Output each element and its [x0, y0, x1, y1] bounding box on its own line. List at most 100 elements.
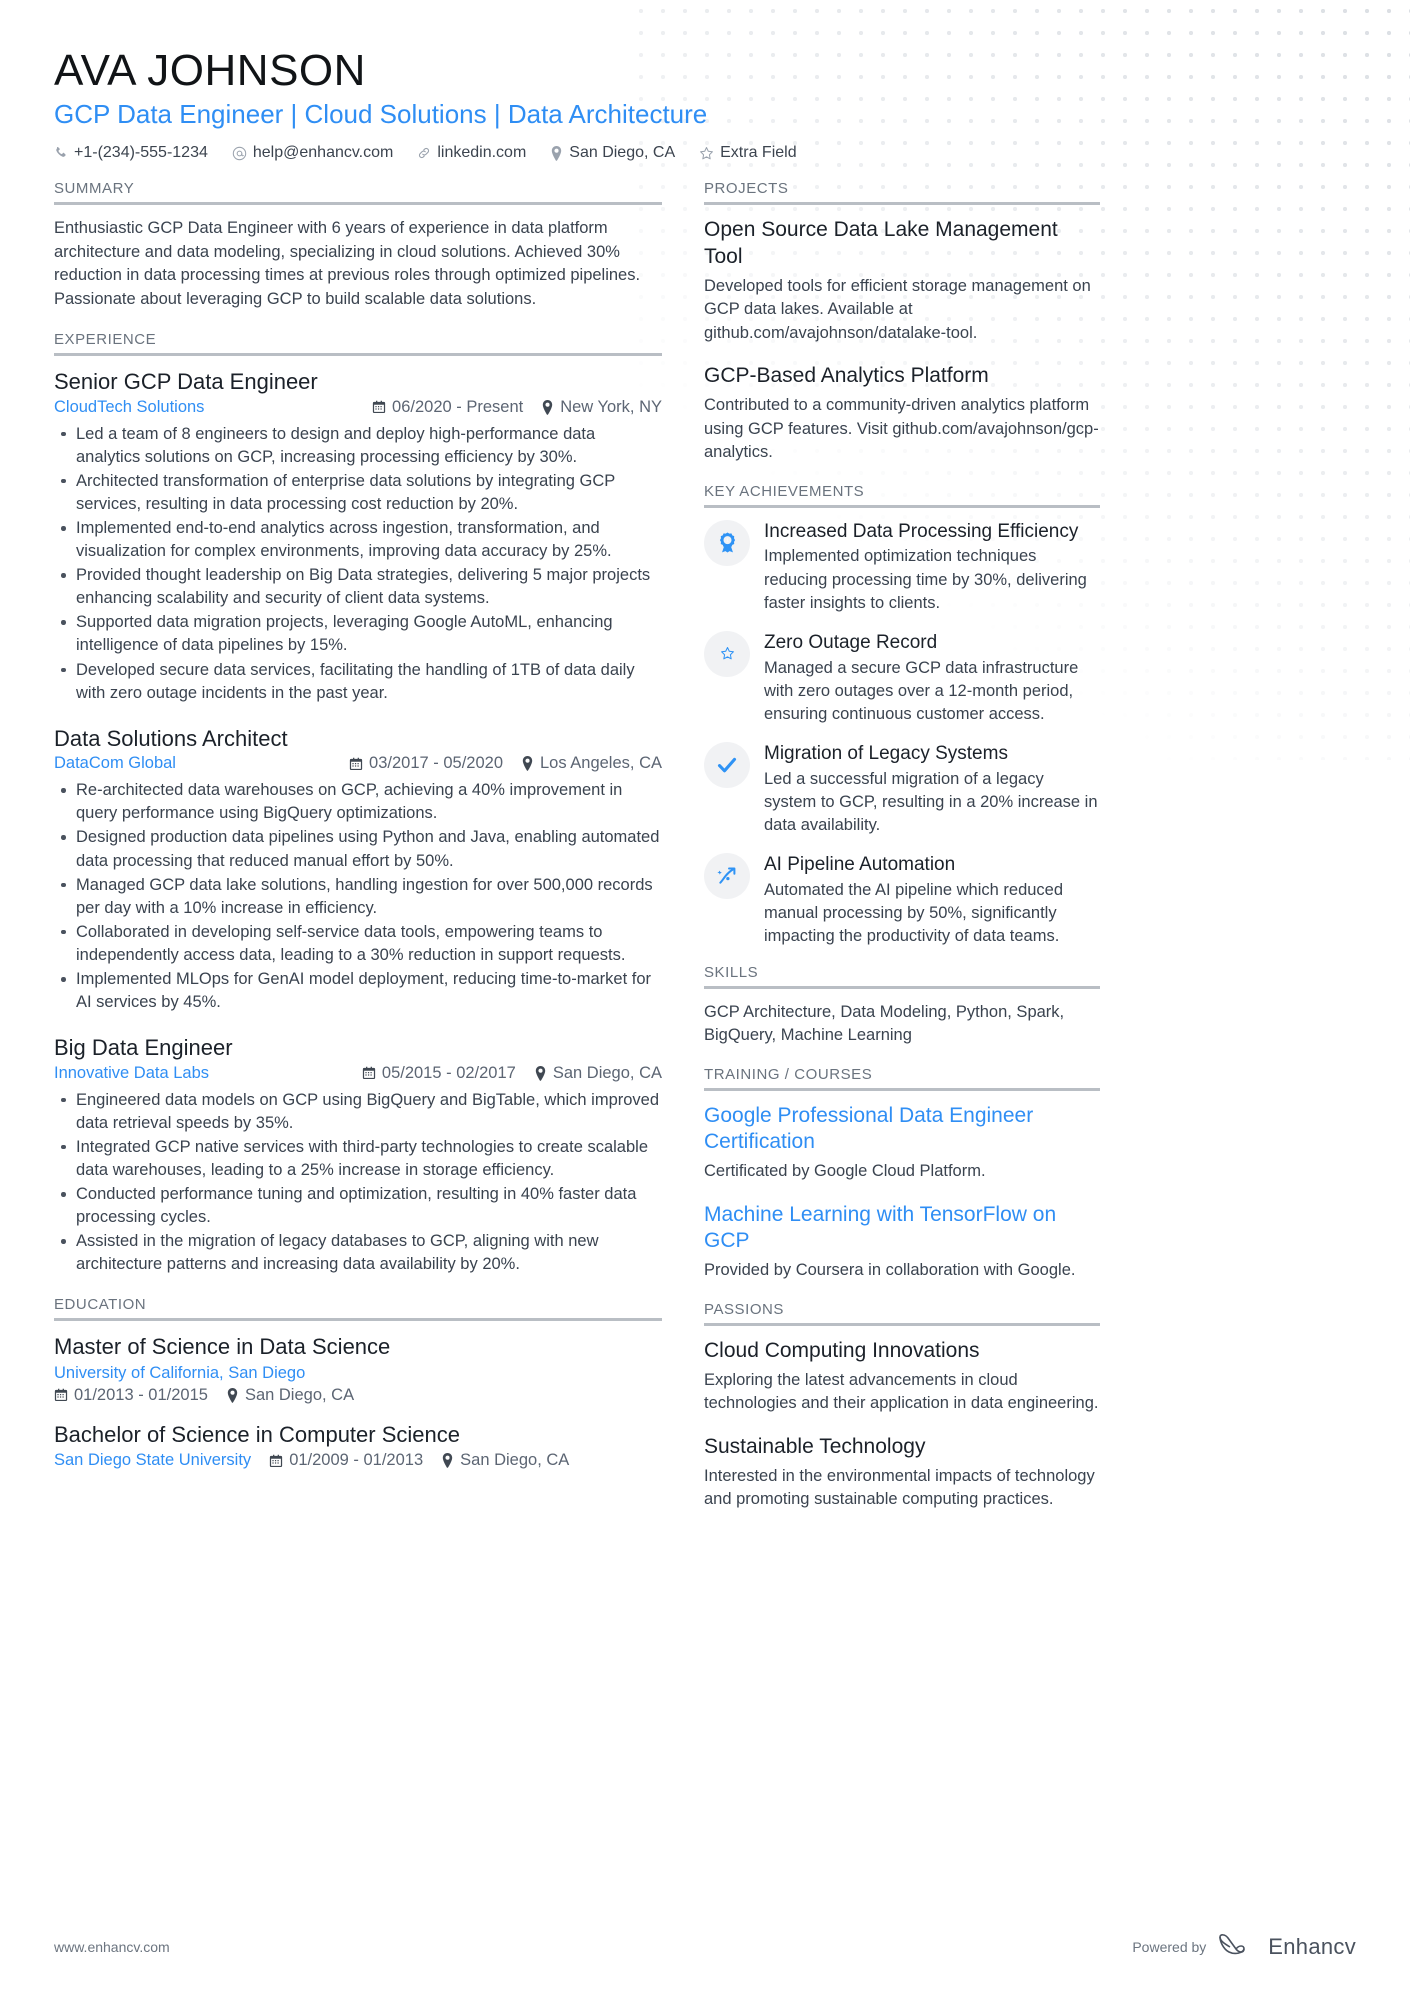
- candidate-headline: GCP Data Engineer | Cloud Solutions | Da…: [54, 99, 708, 130]
- job-location-text: Los Angeles, CA: [540, 754, 662, 773]
- calendar-icon: [269, 1454, 283, 1468]
- location-icon: [550, 145, 563, 161]
- link-icon: [417, 146, 431, 160]
- job-company[interactable]: Innovative Data Labs: [54, 1064, 344, 1083]
- calendar-icon: [362, 1066, 376, 1080]
- section-title-skills: SKILLS: [704, 963, 759, 981]
- job-dates: 05/2015 - 02/2017: [362, 1064, 516, 1083]
- project-entry: Open Source Data Lake Management Tool Dev…: [704, 217, 1100, 345]
- job-bullet: Implemented MLOps for GenAI model deploy…: [54, 968, 662, 1014]
- candidate-name: AVA JOHNSON: [54, 46, 366, 95]
- job-location: San Diego, CA: [534, 1064, 662, 1083]
- contact-item-email[interactable]: help@enhancv.com: [232, 144, 393, 162]
- job-bullet: Implemented end-to-end analytics across …: [54, 517, 662, 563]
- contact-item-star[interactable]: Extra Field: [699, 144, 797, 162]
- passions-list: Cloud Computing Innovations Exploring the…: [704, 1338, 1100, 1512]
- training-entry: Machine Learning with TensorFlow on GCP P…: [704, 1202, 1100, 1283]
- job-dates: 06/2020 - Present: [372, 398, 523, 417]
- achievement-description: Managed a secure GCP data infrastructure…: [764, 658, 1079, 723]
- section-title-training: TRAINING / COURSES: [704, 1065, 873, 1083]
- passion-description: Interested in the environmental impacts …: [704, 1466, 1095, 1509]
- powered-by-group: Powered by Enhancv: [1132, 1932, 1356, 1961]
- enhancv-brand-name: Enhancv: [1268, 1933, 1356, 1959]
- contact-text: linkedin.com: [437, 144, 527, 162]
- job-company[interactable]: DataCom Global: [54, 754, 331, 773]
- job-bullet: Engineered data models on GCP using BigQ…: [54, 1089, 662, 1135]
- job-bullet: Supported data migration projects, lever…: [54, 611, 662, 657]
- location-icon: [441, 1453, 454, 1469]
- job-location-text: New York, NY: [560, 397, 662, 416]
- job-bullet: Developed secure data services, facilita…: [54, 659, 662, 705]
- achievement-entry: Migration of Legacy Systems Led a success…: [704, 741, 1100, 837]
- achievement-heading: Increased Data Processing Efficiency: [764, 520, 1079, 542]
- job-dates-text: 05/2015 - 02/2017: [381, 1063, 516, 1082]
- calendar-icon: [54, 1388, 68, 1402]
- section-education: EDUCATION Master of Science in Data Scie…: [54, 1296, 662, 1470]
- page-footer: www.enhancv.com Powered by Enhancv: [54, 1932, 1356, 1961]
- project-entry: GCP-Based Analytics Platform Contributed …: [704, 363, 1100, 465]
- education-degree: Bachelor of Science in Computer Science: [54, 1421, 460, 1447]
- section-divider: [704, 504, 1100, 508]
- training-name[interactable]: Machine Learning with TensorFlow on GCP: [704, 1202, 1100, 1255]
- job-bullet: Assisted in the migration of legacy data…: [54, 1230, 662, 1276]
- section-title-education: EDUCATION: [54, 1296, 147, 1314]
- job-location: Los Angeles, CA: [521, 754, 662, 773]
- calendar-icon: [349, 757, 363, 771]
- education-meta: 01/2013 - 01/2015 San Diego, CA: [54, 1386, 662, 1405]
- job-dates: 03/2017 - 05/2020: [349, 754, 503, 773]
- project-description: Contributed to a community-driven analyt…: [704, 396, 1099, 462]
- section-summary: SUMMARY Enthusiastic GCP Data Engineer w…: [54, 180, 662, 311]
- job-bullet: Re-architected data warehouses on GCP, a…: [54, 779, 662, 825]
- education-location-text: San Diego, CA: [460, 1451, 570, 1470]
- section-divider: [704, 1087, 1100, 1091]
- section-divider: [704, 1322, 1100, 1326]
- job-title: Big Data Engineer: [54, 1035, 233, 1061]
- contact-text: +1-(234)-555-1234: [74, 144, 208, 162]
- svg-text:1: 1: [726, 538, 729, 544]
- contact-text: Extra Field: [720, 144, 797, 162]
- job-bullet: Led a team of 8 engineers to design and …: [54, 423, 662, 469]
- achievement-description: Led a successful migration of a legacy s…: [764, 769, 1098, 834]
- projects-list: Open Source Data Lake Management Tool Dev…: [704, 217, 1100, 464]
- education-location-text: San Diego, CA: [244, 1385, 355, 1404]
- summary-text: Enthusiastic GCP Data Engineer with 6 ye…: [54, 219, 641, 308]
- section-experience: EXPERIENCE Senior GCP Data Engineer Cloud…: [54, 331, 662, 1276]
- job-company[interactable]: CloudTech Solutions: [54, 398, 354, 417]
- training-entry: Google Professional Data Engineer Certif…: [704, 1103, 1100, 1184]
- section-projects: PROJECTS Open Source Data Lake Managemen…: [704, 180, 1100, 464]
- education-school-row: University of California, San Diego: [54, 1364, 662, 1383]
- job-bullets: Re-architected data warehouses on GCP, a…: [54, 779, 662, 1014]
- education-dates: 01/2013 - 01/2015: [54, 1386, 208, 1405]
- job-bullets: Led a team of 8 engineers to design and …: [54, 423, 662, 705]
- training-description: Certificated by Google Cloud Platform.: [704, 1162, 986, 1181]
- section-title-key-achievements: KEY ACHIEVEMENTS: [704, 482, 865, 500]
- job-meta: DataCom Global 03/2017 - 05/2020 Los Angel…: [54, 754, 662, 773]
- check-icon: [704, 741, 750, 788]
- footer-website[interactable]: www.enhancv.com: [54, 1939, 170, 1955]
- education-school[interactable]: University of California, San Diego: [54, 1364, 305, 1382]
- calendar-icon: [372, 400, 386, 414]
- job-bullet: Managed GCP data lake solutions, handlin…: [54, 874, 662, 920]
- achievement-heading: Zero Outage Record: [764, 631, 938, 653]
- education-entry: Master of Science in Data Science Univers…: [54, 1333, 662, 1405]
- section-divider: [54, 1318, 662, 1322]
- job-title: Senior GCP Data Engineer: [54, 369, 318, 395]
- passion-entry: Cloud Computing Innovations Exploring the…: [704, 1338, 1100, 1416]
- section-title-experience: EXPERIENCE: [54, 331, 157, 349]
- contact-item-phone[interactable]: +1-(234)-555-1234: [54, 144, 208, 162]
- email-icon: [232, 146, 247, 161]
- experience-list: Senior GCP Data Engineer CloudTech Soluti…: [54, 368, 662, 1276]
- education-location: San Diego, CA: [226, 1386, 354, 1405]
- education-dates-text: 01/2009 - 01/2013: [289, 1451, 424, 1470]
- contact-item-location[interactable]: San Diego, CA: [550, 144, 675, 162]
- job-bullet: Conducted performance tuning and optimiz…: [54, 1183, 662, 1229]
- job-meta: Innovative Data Labs 05/2015 - 02/2017 San…: [54, 1064, 662, 1083]
- training-description: Provided by Coursera in collaboration wi…: [704, 1261, 1076, 1280]
- passion-name: Cloud Computing Innovations: [704, 1338, 980, 1362]
- education-meta: San Diego State University 01/2009 - 01/2…: [54, 1451, 662, 1470]
- education-school[interactable]: San Diego State University: [54, 1451, 251, 1470]
- contact-item-link[interactable]: linkedin.com: [417, 144, 526, 162]
- training-name[interactable]: Google Professional Data Engineer Certif…: [704, 1103, 1100, 1156]
- phone-icon: [54, 146, 68, 160]
- achievement-description: Implemented optimization techniques redu…: [764, 547, 1087, 612]
